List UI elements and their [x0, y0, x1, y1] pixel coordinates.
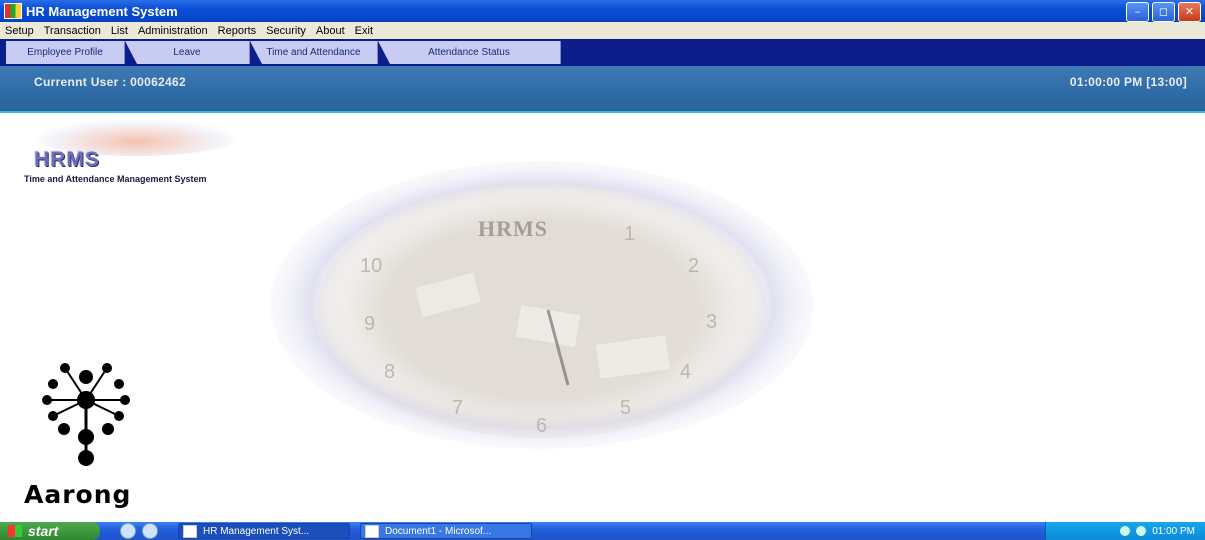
- clock-number-5: 5: [620, 397, 631, 419]
- volume-icon[interactable]: [1136, 526, 1147, 536]
- start-label: start: [28, 523, 59, 539]
- clock-illustration: 10 2 3 8 7 6 5 4 1 9: [270, 161, 814, 449]
- task-label: HR Management Syst...: [203, 525, 310, 537]
- task-label: Document1 - Microsof...: [385, 525, 492, 537]
- task-document1[interactable]: Document1 - Microsof...: [360, 523, 532, 539]
- title-bar: HR Management System – ◻ ✕: [0, 0, 1205, 22]
- word-icon: [365, 524, 379, 538]
- window-title: HR Management System: [26, 3, 178, 19]
- clock-label: 01:00:00 PM [13:00]: [1069, 75, 1187, 89]
- header-info-bar: Currennt User : 00062462 01:00:00 PM [13…: [0, 66, 1205, 113]
- system-tray: 01:00 PM: [1045, 522, 1205, 540]
- hrms-badge: HRMS: [34, 148, 100, 171]
- clock-number-7: 7: [452, 397, 463, 419]
- clock-number-6: 6: [536, 415, 547, 437]
- menu-list[interactable]: List: [106, 25, 133, 37]
- menu-transaction[interactable]: Transaction: [39, 25, 106, 37]
- tab-attendance-status[interactable]: Attendance Status: [378, 41, 561, 64]
- clock-number-1: 1: [624, 223, 635, 245]
- menu-exit[interactable]: Exit: [350, 25, 378, 37]
- maximize-icon[interactable]: ◻: [1152, 2, 1175, 22]
- app-icon: [4, 3, 22, 19]
- current-user-label: Currennt User : 00062462: [34, 75, 186, 89]
- window-controls: – ◻ ✕: [1126, 2, 1201, 22]
- windows-logo-icon: [8, 525, 22, 537]
- app-icon: [183, 524, 197, 538]
- browser-icon[interactable]: [120, 523, 136, 539]
- system-tagline: Time and Attendance Management System: [24, 174, 207, 184]
- start-button[interactable]: start: [0, 522, 100, 540]
- nav-strip: Employee Profile Leave Time and Attendan…: [0, 39, 1205, 66]
- tray-clock: 01:00 PM: [1152, 525, 1195, 537]
- aarong-wordmark: Aarong: [24, 480, 132, 509]
- clock-number-3: 3: [706, 311, 717, 333]
- taskbar: start HR Management Syst... Document1 - …: [0, 522, 1205, 540]
- tab-employee-profile[interactable]: Employee Profile: [6, 41, 125, 64]
- media-icon[interactable]: [142, 523, 158, 539]
- clock-number-4: 4: [680, 361, 691, 383]
- menu-about[interactable]: About: [311, 25, 350, 37]
- task-hr-management[interactable]: HR Management Syst...: [178, 523, 350, 539]
- nav-tabs: Employee Profile Leave Time and Attendan…: [6, 41, 561, 64]
- menu-reports[interactable]: Reports: [213, 25, 262, 37]
- minimize-icon[interactable]: –: [1126, 2, 1149, 22]
- menu-security[interactable]: Security: [261, 25, 311, 37]
- hrms-watermark: HRMS: [478, 216, 548, 241]
- quick-launch: [120, 523, 158, 539]
- clock-number-8: 8: [384, 361, 395, 383]
- clock-number-2: 2: [688, 255, 699, 277]
- menu-administration[interactable]: Administration: [133, 25, 213, 37]
- close-icon[interactable]: ✕: [1178, 2, 1201, 22]
- menu-setup[interactable]: Setup: [0, 25, 39, 37]
- clock-number-10: 10: [360, 255, 382, 277]
- network-icon[interactable]: [1120, 526, 1131, 536]
- menu-bar: Setup Transaction List Administration Re…: [0, 22, 1205, 39]
- clock-number-9: 9: [364, 313, 375, 335]
- tab-leave[interactable]: Leave: [125, 41, 250, 64]
- tab-time-and-attendance[interactable]: Time and Attendance: [250, 41, 378, 64]
